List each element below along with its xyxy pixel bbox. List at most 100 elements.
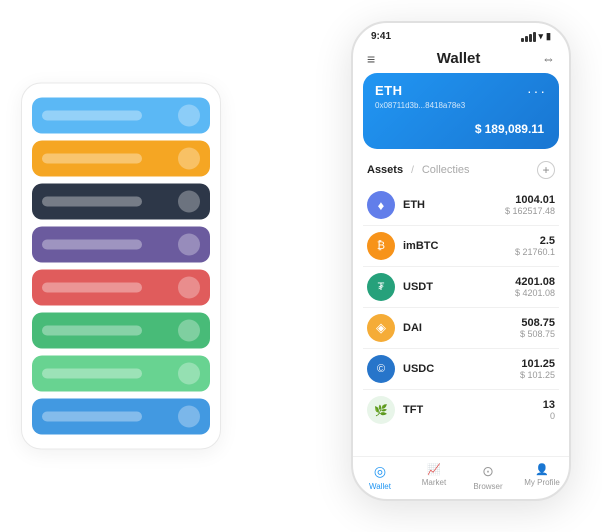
nav-browser[interactable]: ⊙ Browser: [461, 463, 515, 491]
nav-browser-label: Browser: [473, 482, 502, 491]
assets-header: Assets / Collecties +: [353, 157, 569, 185]
asset-amount-main: 4201.08: [515, 276, 555, 288]
nav-market-label: Market: [422, 478, 446, 487]
card-row-orange: [32, 141, 210, 177]
eth-card-address: 0x08711d3b...8418a78e3: [375, 101, 547, 110]
asset-amounts: 101.25 $ 101.25: [520, 358, 555, 380]
eth-icon: ♦: [367, 191, 395, 219]
asset-amount-main: 1004.01: [505, 194, 555, 206]
wallet-nav-icon: ◎: [374, 463, 386, 480]
eth-amount-value: 189,089.11: [485, 122, 544, 136]
wifi-icon: ▾: [539, 31, 544, 42]
left-card: [21, 83, 221, 450]
asset-amounts: 2.5 $ 21760.1: [515, 235, 555, 257]
eth-card[interactable]: ETH ··· 0x08711d3b...8418a78e3 $189,089.…: [363, 73, 559, 149]
list-item[interactable]: ◈ DAI 508.75 $ 508.75: [363, 308, 559, 349]
asset-amount-usd: $ 101.25: [520, 370, 555, 380]
eth-card-label: ETH: [375, 83, 403, 98]
status-bar: 9:41 ▾ ▮: [353, 23, 569, 46]
browser-nav-icon: ⊙: [482, 463, 494, 480]
card-row-icon: [178, 148, 200, 170]
card-row-green: [32, 313, 210, 349]
eth-card-amount: $189,089.11: [375, 116, 547, 139]
card-row-text: [42, 369, 142, 379]
card-row-lightgreen: [32, 356, 210, 392]
asset-amount-main: 508.75: [520, 317, 555, 329]
nav-profile-label: My Profile: [524, 478, 560, 487]
signal-icon: [521, 32, 536, 42]
card-row-dark: [32, 184, 210, 220]
eth-card-menu[interactable]: ···: [527, 83, 547, 99]
usdc-icon: ©: [367, 355, 395, 383]
asset-amounts: 1004.01 $ 162517.48: [505, 194, 555, 216]
tab-assets[interactable]: Assets: [367, 164, 403, 176]
card-row-icon: [178, 191, 200, 213]
asset-name: imBTC: [403, 240, 515, 252]
menu-icon[interactable]: ≡: [367, 51, 375, 67]
status-icons: ▾ ▮: [521, 31, 551, 42]
card-row-icon: [178, 363, 200, 385]
card-row-red: [32, 270, 210, 306]
market-nav-icon: 📈: [427, 463, 441, 476]
asset-amount-usd: $ 4201.08: [515, 288, 555, 298]
dai-icon: ◈: [367, 314, 395, 342]
usdt-icon: ₮: [367, 273, 395, 301]
card-row-text: [42, 283, 142, 293]
card-row-blue: [32, 98, 210, 134]
card-row-text: [42, 240, 142, 250]
eth-card-top: ETH ···: [375, 83, 547, 99]
card-row-text: [42, 154, 142, 164]
card-row-teal: [32, 399, 210, 435]
nav-market[interactable]: 📈 Market: [407, 463, 461, 491]
add-asset-button[interactable]: +: [537, 161, 555, 179]
card-row-icon: [178, 320, 200, 342]
card-row-text: [42, 412, 142, 422]
asset-name: USDC: [403, 363, 520, 375]
list-item[interactable]: ₮ USDT 4201.08 $ 4201.08: [363, 267, 559, 308]
asset-amount-usd: $ 21760.1: [515, 247, 555, 257]
list-item[interactable]: © USDC 101.25 $ 101.25: [363, 349, 559, 390]
currency-symbol: $: [475, 122, 482, 136]
nav-wallet-label: Wallet: [369, 482, 391, 491]
card-row-purple: [32, 227, 210, 263]
asset-amount-main: 13: [543, 399, 555, 411]
list-item[interactable]: ₿ imBTC 2.5 $ 21760.1: [363, 226, 559, 267]
assets-tabs: Assets / Collecties: [367, 164, 470, 176]
imbtc-icon: ₿: [367, 232, 395, 260]
card-row-icon: [178, 406, 200, 428]
list-item[interactable]: 🌿 TFT 13 0: [363, 390, 559, 430]
asset-name: USDT: [403, 281, 515, 293]
phone: 9:41 ▾ ▮ ≡ Wallet ⇔ ETH ···: [351, 21, 571, 501]
page-title: Wallet: [437, 50, 481, 67]
phone-nav: ◎ Wallet 📈 Market ⊙ Browser 👤 My Profile: [353, 456, 569, 499]
asset-amounts: 508.75 $ 508.75: [520, 317, 555, 339]
asset-amounts: 4201.08 $ 4201.08: [515, 276, 555, 298]
card-row-text: [42, 111, 142, 121]
scan-icon[interactable]: ⇔: [542, 51, 555, 66]
card-row-icon: [178, 105, 200, 127]
nav-wallet[interactable]: ◎ Wallet: [353, 463, 407, 491]
card-row-icon: [178, 277, 200, 299]
battery-icon: ▮: [546, 31, 551, 42]
card-row-text: [42, 197, 142, 207]
asset-amount-usd: $ 162517.48: [505, 206, 555, 216]
scene: 9:41 ▾ ▮ ≡ Wallet ⇔ ETH ···: [21, 21, 581, 511]
nav-profile[interactable]: 👤 My Profile: [515, 463, 569, 491]
asset-amount-main: 101.25: [520, 358, 555, 370]
asset-amount-usd: 0: [543, 411, 555, 421]
tab-collecties[interactable]: Collecties: [422, 164, 470, 176]
asset-name: TFT: [403, 404, 543, 416]
asset-list: ♦ ETH 1004.01 $ 162517.48 ₿ imBTC 2.5 $ …: [353, 185, 569, 456]
asset-amounts: 13 0: [543, 399, 555, 421]
list-item[interactable]: ♦ ETH 1004.01 $ 162517.48: [363, 185, 559, 226]
tft-icon: 🌿: [367, 396, 395, 424]
status-time: 9:41: [371, 31, 391, 42]
asset-amount-usd: $ 508.75: [520, 329, 555, 339]
card-row-text: [42, 326, 142, 336]
asset-amount-main: 2.5: [515, 235, 555, 247]
card-row-icon: [178, 234, 200, 256]
profile-nav-icon: 👤: [535, 463, 549, 476]
phone-header: ≡ Wallet ⇔: [353, 46, 569, 73]
asset-name: ETH: [403, 199, 505, 211]
tab-divider: /: [411, 165, 414, 176]
